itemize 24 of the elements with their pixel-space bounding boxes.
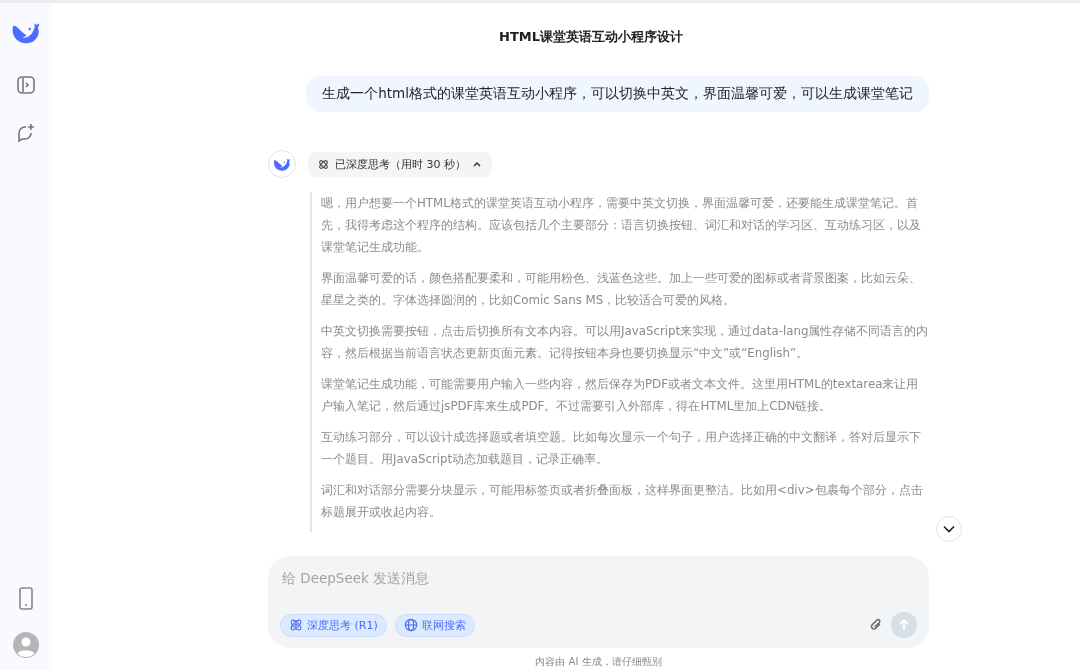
user-message: 生成一个html格式的课堂英语互动小程序，可以切换中英文，界面温馨可爱，可以生成课堂笔记	[306, 76, 929, 112]
chat-title: HTML课堂英语互动小程序设计	[498, 28, 684, 46]
thought-paragraph: 互动练习部分，可以设计成选择题或者填空题。比如每次显示一个句子，用户选择正确的中文翻译，答对后显示下一个题目。用JavaScript动态加载题目，记录正确率。	[321, 429, 922, 468]
new-chat-icon[interactable]	[16, 123, 36, 143]
message-input[interactable]: 给 DeepSeek 发送消息	[280, 569, 921, 587]
globe-icon	[403, 618, 418, 632]
disclaimer: 内容由 AI 生成，请仔细甄别	[534, 655, 663, 669]
thought-paragraph: 嗯，用户想要一个HTML格式的课堂英语互动小程序，需要中英文切换，界面温馨可爱，还要能生成课堂笔记。首先，我得考虑这个程序的结构。应该包括几个主要部分：语言切换按钮、词汇和对话的学习区、互动练习区，以及课堂笔记生成功能。	[321, 195, 922, 256]
chevron-down-icon	[943, 525, 955, 533]
thinking-toggle[interactable]: 已深度思考（用时 30 秒）	[308, 151, 492, 177]
thought-paragraph: 中英文切换需要按钮，点击后切换所有文本内容。可以用JavaScript来实现，通过data-lang属性存储不同语言的内容，然后根据当前语言状态更新页面元素。记得按钮本身也要切换显示“中文”或“English”。	[321, 323, 929, 362]
mode-toggle[interactable]: 深度思考 (R1)	[280, 613, 387, 637]
atom-icon	[318, 158, 329, 170]
mode-toggle[interactable]: 联网搜索	[394, 613, 475, 637]
atom-icon	[289, 618, 303, 632]
caret-icon	[472, 159, 482, 169]
sidebar-toggle-icon[interactable]	[16, 75, 36, 95]
up-arrow-icon	[899, 619, 909, 631]
thought-paragraph: 界面温馨可爱的话，颜色搭配要柔和，可能用粉色、浅蓝色这些。加上一些可爱的图标或者背景图案，比如云朵、星星之类的。字体选择圆润的，比如Comic Sans MS，比较适合可爱的风格。	[321, 270, 922, 309]
phone-icon[interactable]	[19, 587, 33, 610]
scroll-down-button[interactable]	[936, 516, 962, 542]
paperclip-icon[interactable]	[869, 617, 883, 633]
thought-paragraph: 课堂笔记生成功能，可能需要用户输入一些内容，然后保存为PDF或者文本文件。这里用HTML的textarea来让用户输入笔记，然后通过jsPDF库来生成PDF。不过需要引入外部库，得在HTML里加上CDN链接。	[321, 376, 920, 415]
thought-paragraph: 词汇和对话部分需要分块显示，可能用标签页或者折叠面板，这样界面更整洁。比如用<div>包裹每个部分，点击标题展开或收起内容。	[321, 482, 924, 521]
